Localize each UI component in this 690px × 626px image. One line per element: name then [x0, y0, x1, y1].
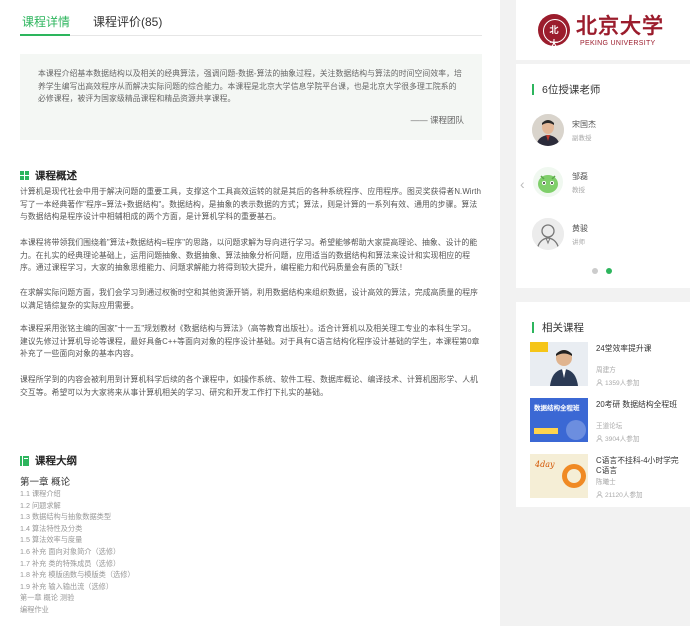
course-detail-panel: 课程详情 课程评价(85) 本课程介绍基本数据结构以及相关的经典算法，强调问题-…: [0, 0, 500, 626]
overview-paragraph: 本课程采用张铭主编的国家"十一五"规划教材《数据结构与算法》（高等教育出版社）。…: [20, 324, 480, 358]
syllabus-item[interactable]: 1.8 补充 模版函数与模版类（选修）: [20, 569, 320, 581]
overview-paragraph: 在求解实际问题方面，我们会学习到通过权衡时空和其他资源开销，利用数据结构来组织数…: [20, 288, 479, 310]
participant-count: 3904人参加: [605, 436, 640, 443]
teacher-item[interactable]: 邹磊 教授: [532, 166, 672, 200]
syllabus-item[interactable]: 1.4 算法特性及分类: [20, 523, 320, 535]
overview-title: 课程概述: [35, 170, 77, 182]
syllabus-item[interactable]: 1.3 数据结构与抽象数据类型: [20, 511, 320, 523]
course-thumbnail: [530, 342, 588, 386]
course-author: 周建方: [596, 367, 616, 374]
carousel-dot[interactable]: [592, 268, 598, 274]
syllabus-item[interactable]: 1.7 补充 类的特殊成员（选修）: [20, 558, 320, 570]
course-title: 20考研 数据结构全程班: [596, 400, 678, 409]
teacher-name: 宋国杰: [572, 120, 596, 129]
university-card[interactable]: 北大 北京大学 PEKING UNIVERSITY: [516, 0, 690, 60]
teacher-item[interactable]: 宋国杰 副教授: [532, 114, 672, 148]
avatar: [532, 114, 564, 146]
teacher-name: 邹磊: [572, 172, 588, 181]
course-thumbnail: 数据结构全程班: [530, 398, 588, 442]
syllabus-item[interactable]: 1.9 补充 输入输出流（选修）: [20, 581, 320, 593]
avatar: [532, 218, 564, 250]
detail-tabs: 课程详情 课程评价(85): [20, 10, 482, 36]
course-title: 24堂效率提升课: [596, 344, 652, 353]
avatar: [532, 166, 564, 198]
intro-text: 本课程介绍基本数据结构以及相关的经典算法，强调问题-数据-算法的抽象过程，关注数…: [38, 69, 462, 103]
carousel-dots: [592, 268, 612, 274]
emblem-text: 北大: [549, 25, 559, 49]
university-emblem-icon: 北大: [538, 14, 570, 49]
teacher-title: 教授: [572, 187, 585, 194]
related-course-item[interactable]: 数据结构全程班 20考研 数据结构全程班 王道论坛 3904人参加: [530, 398, 686, 443]
carousel-dot-active[interactable]: [606, 268, 612, 274]
syllabus-item[interactable]: 1.2 问题求解: [20, 500, 320, 512]
thumbnail-text: 数据结构全程班: [534, 405, 580, 412]
active-tab-indicator: [20, 34, 70, 36]
course-participants: 21120人参加: [596, 489, 643, 499]
teacher-name: 黄骏: [572, 224, 588, 233]
course-author: 王道论坛: [596, 423, 623, 430]
overview-paragraph: 计算机是现代社会中用于解决问题的重要工具，支撑这个工具高效运转的就是其后的各种系…: [20, 187, 482, 221]
person-icon: [596, 434, 603, 442]
university-name: 北京大学: [576, 13, 664, 38]
participant-count: 1359人参加: [605, 380, 640, 387]
syllabus-item[interactable]: 1.6 补充 面向对象简介（选修）: [20, 546, 320, 558]
syllabus-heading: 课程大纲: [20, 453, 77, 468]
tab-course-reviews[interactable]: 课程评价(85): [93, 13, 162, 30]
person-icon: [596, 378, 603, 386]
overview-paragraph: 课程所学到的内容会被利用到计算机科学后续的各个课程中，如操作系统、软件工程、数据…: [20, 375, 479, 397]
thumbnail-text: 4day: [535, 460, 555, 469]
course-participants: 3904人参加: [596, 433, 639, 443]
course-author: 陈曦士: [596, 479, 616, 486]
teachers-card: 6位授课老师 ‹ 宋国杰 副教授 邹磊 教授 黄骏 讲师: [516, 64, 690, 288]
related-course-item[interactable]: 4day C语言不挂科-4小时学完C语言 陈曦士 21120人参加: [530, 454, 686, 499]
course-participants: 1359人参加: [596, 377, 639, 387]
syllabus-item[interactable]: 编程作业: [20, 604, 320, 616]
course-thumbnail: 4day: [530, 454, 588, 498]
course-title: C语言不挂科-4小时学完C语言: [596, 456, 679, 475]
overview-paragraph: 本课程将带领我们围绕着"算法+数据结构=程序"的思路，以问题求解为导向进行学习。…: [20, 238, 478, 272]
teachers-title: 6位授课老师: [532, 82, 600, 97]
book-icon: [20, 456, 29, 466]
teacher-title: 讲师: [572, 239, 585, 246]
related-courses-card: 相关课程 24堂效率提升课 周建方 1359人参加 数据结构全程班 20考研 数…: [516, 302, 690, 507]
chevron-left-icon[interactable]: ‹: [520, 176, 525, 192]
related-course-item[interactable]: 24堂效率提升课 周建方 1359人参加: [530, 342, 686, 387]
syllabus-outline: 1.1 课程介绍 1.2 问题求解 1.3 数据结构与抽象数据类型 1.4 算法…: [20, 488, 320, 616]
person-icon: [596, 490, 603, 498]
teacher-item[interactable]: 黄骏 讲师: [532, 218, 672, 252]
syllabus-item[interactable]: 1.1 课程介绍: [20, 488, 320, 500]
related-title: 相关课程: [532, 320, 584, 335]
chapter-title: 第一章 概论: [20, 477, 71, 488]
intro-box: 本课程介绍基本数据结构以及相关的经典算法，强调问题-数据-算法的抽象过程，关注数…: [20, 54, 482, 140]
teacher-title: 副教授: [572, 135, 592, 142]
syllabus-item[interactable]: 1.5 算法效率与度量: [20, 534, 320, 546]
grid-icon: [20, 171, 29, 180]
intro-signature: —— 课程团队: [410, 115, 464, 125]
university-english-name: PEKING UNIVERSITY: [580, 40, 656, 47]
overview-heading: 课程概述: [20, 168, 77, 183]
participant-count: 21120人参加: [605, 492, 643, 499]
syllabus-title: 课程大纲: [35, 455, 77, 467]
tab-course-details[interactable]: 课程详情: [22, 13, 70, 30]
syllabus-item[interactable]: 第一章 概论 测验: [20, 592, 320, 604]
